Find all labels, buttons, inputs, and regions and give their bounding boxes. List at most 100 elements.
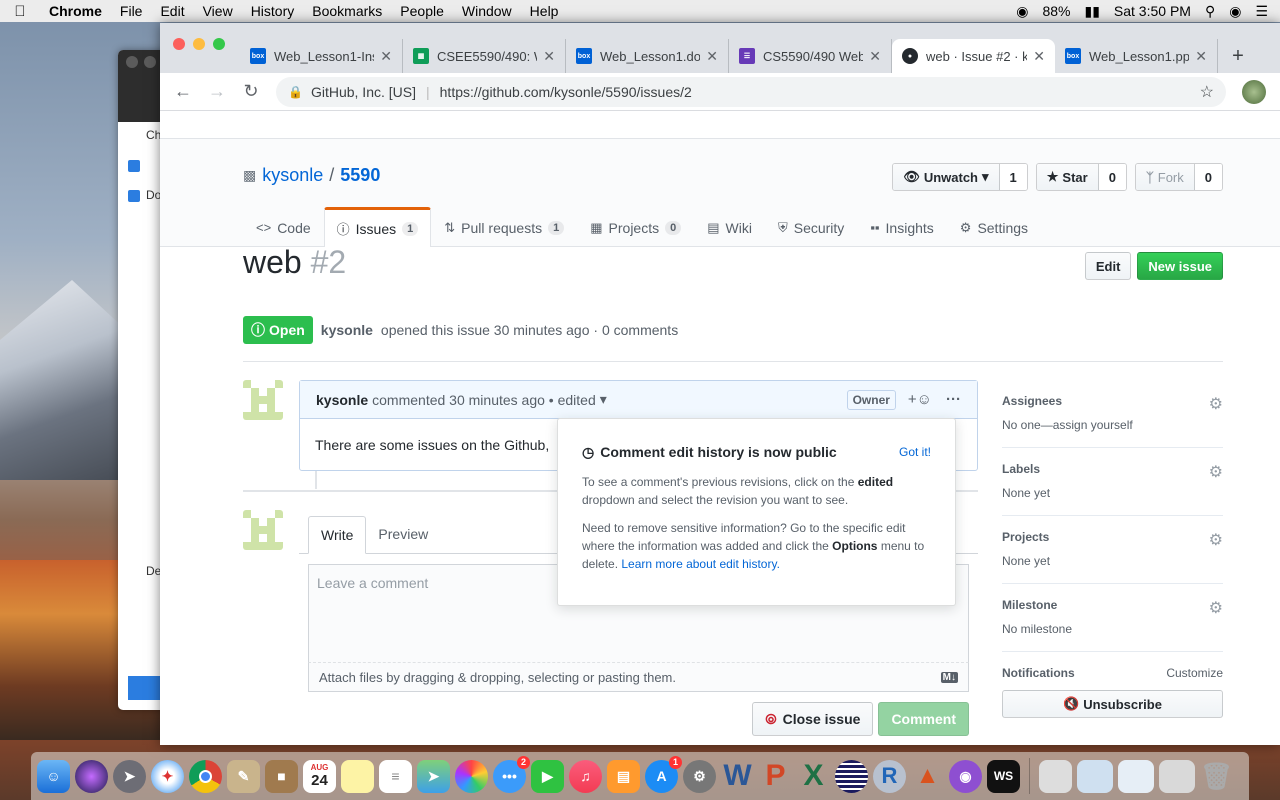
write-tab[interactable]: Write bbox=[308, 516, 367, 554]
word-icon[interactable]: W bbox=[721, 759, 754, 793]
comment-meta[interactable]: commented 30 minutes ago • edited bbox=[372, 392, 596, 408]
photos-icon[interactable] bbox=[455, 759, 488, 793]
profile-avatar[interactable] bbox=[1242, 79, 1266, 104]
tab-csee5590[interactable]: ▦ CSEE5590/490: W ✕ bbox=[403, 39, 566, 73]
gear-icon[interactable]: ⚙ bbox=[1209, 462, 1223, 482]
trash-icon[interactable]: 🗑 bbox=[1200, 760, 1233, 793]
chrome-icon[interactable] bbox=[189, 759, 222, 793]
issue-author[interactable]: kysonle bbox=[321, 322, 373, 338]
attach-files-bar[interactable]: Attach files by dragging & dropping, sel… bbox=[308, 662, 969, 692]
assignees-heading[interactable]: Assignees bbox=[1002, 394, 1223, 408]
fork-button[interactable]: ᛉ Fork 0 bbox=[1134, 163, 1223, 191]
siri-icon[interactable] bbox=[75, 759, 108, 793]
facetime-icon[interactable]: ▶ bbox=[531, 759, 564, 793]
tab-web-lesson1-doc[interactable]: box Web_Lesson1.doc ✕ bbox=[566, 39, 729, 73]
milestone-heading[interactable]: Milestone bbox=[1002, 598, 1223, 612]
itunes-icon[interactable]: ♫ bbox=[569, 759, 602, 793]
webstorm-icon[interactable]: WS bbox=[987, 759, 1020, 793]
close-window-button[interactable] bbox=[173, 38, 185, 50]
window-thumbnail-icon[interactable] bbox=[1159, 759, 1195, 793]
battery-percent[interactable]: 88% bbox=[1042, 3, 1070, 19]
labels-heading[interactable]: Labels bbox=[1002, 462, 1223, 476]
comment-author[interactable]: kysonle bbox=[316, 392, 368, 408]
powerpoint-icon[interactable]: P bbox=[759, 759, 792, 793]
tab-web-lesson1-ins[interactable]: box Web_Lesson1-Ins ✕ bbox=[240, 39, 403, 73]
battery-icon[interactable]: ▮▮ bbox=[1084, 3, 1099, 20]
menu-file[interactable]: File bbox=[111, 3, 152, 19]
tab-settings[interactable]: ⚙ Settings bbox=[947, 207, 1041, 247]
gear-icon[interactable]: ⚙ bbox=[1209, 530, 1223, 550]
menu-window[interactable]: Window bbox=[453, 3, 521, 19]
zoom-window-button[interactable] bbox=[213, 38, 225, 50]
close-tab-icon[interactable]: ✕ bbox=[869, 48, 881, 65]
gear-icon[interactable]: ⚙ bbox=[1209, 598, 1223, 618]
finder-icon[interactable]: ☺ bbox=[37, 759, 70, 793]
siri-icon[interactable]: ◉ bbox=[1229, 3, 1241, 20]
preview-tab[interactable]: Preview bbox=[366, 515, 440, 553]
ibooks-icon[interactable]: ▤ bbox=[607, 759, 640, 793]
avatar[interactable] bbox=[243, 380, 283, 420]
assignees-value[interactable]: No one—assign yourself bbox=[1002, 418, 1223, 432]
eclipse-icon[interactable] bbox=[835, 759, 868, 793]
reminders-icon[interactable]: ≡ bbox=[379, 759, 412, 793]
caret-down-icon[interactable]: ▾ bbox=[600, 391, 607, 408]
repo-name-link[interactable]: 5590 bbox=[340, 165, 380, 186]
apple-icon[interactable]:  bbox=[0, 3, 40, 20]
unwatch-button[interactable]: 👁 Unwatch ▾ 1 bbox=[892, 163, 1028, 191]
window-thumbnail-icon[interactable] bbox=[1118, 759, 1154, 793]
tab-code[interactable]: <> Code bbox=[243, 207, 324, 247]
avatar[interactable] bbox=[243, 510, 283, 550]
bg-checkbox-1[interactable] bbox=[128, 160, 140, 172]
fork-count[interactable]: 0 bbox=[1194, 164, 1222, 190]
tab-web-lesson1-ppt[interactable]: box Web_Lesson1.ppt ✕ bbox=[1055, 39, 1218, 73]
spotlight-icon[interactable]: ⚲ bbox=[1205, 3, 1215, 20]
r-icon[interactable]: R bbox=[873, 759, 906, 793]
menu-people[interactable]: People bbox=[391, 3, 453, 19]
launchpad-icon[interactable]: ➤ bbox=[113, 759, 146, 793]
back-arrow-icon[interactable]: ← bbox=[168, 77, 198, 107]
notification-center-icon[interactable]: ☰ bbox=[1255, 3, 1268, 20]
menu-view[interactable]: View bbox=[194, 3, 242, 19]
tab-security[interactable]: ⛨ Security bbox=[765, 207, 857, 247]
customize-link[interactable]: Customize bbox=[1166, 666, 1223, 680]
menu-edit[interactable]: Edit bbox=[151, 3, 193, 19]
tab-cs5590-web[interactable]: ☰ CS5590/490 Web ✕ bbox=[729, 39, 892, 73]
wifi-icon[interactable]: ◉ bbox=[1016, 3, 1028, 20]
notes-icon[interactable] bbox=[341, 759, 374, 793]
tab-wiki[interactable]: ▤ Wiki bbox=[694, 207, 765, 247]
tab-insights[interactable]: ▪▪ Insights bbox=[857, 207, 946, 247]
close-tab-icon[interactable]: ✕ bbox=[1195, 48, 1207, 65]
messages-icon[interactable]: ••• 2 bbox=[493, 755, 530, 793]
matlab-icon[interactable]: ▲ bbox=[911, 760, 944, 793]
close-tab-icon[interactable]: ✕ bbox=[1033, 48, 1045, 65]
minimize-window-button[interactable] bbox=[193, 38, 205, 50]
menu-history[interactable]: History bbox=[242, 3, 304, 19]
tab-pull-requests[interactable]: ⇅ Pull requests 1 bbox=[431, 207, 577, 247]
projects-heading[interactable]: Projects bbox=[1002, 530, 1223, 544]
tab-issues[interactable]: ⓘ Issues 1 bbox=[323, 207, 432, 247]
menu-app[interactable]: Chrome bbox=[40, 3, 111, 19]
watch-count[interactable]: 1 bbox=[999, 164, 1027, 190]
close-tab-icon[interactable]: ✕ bbox=[380, 48, 392, 65]
menu-bookmarks[interactable]: Bookmarks bbox=[303, 3, 391, 19]
preview-icon[interactable]: ✎ bbox=[227, 759, 260, 793]
close-issue-button[interactable]: ⦾ Close issue bbox=[752, 702, 874, 736]
new-issue-button[interactable]: New issue bbox=[1137, 252, 1223, 280]
star-count[interactable]: 0 bbox=[1098, 164, 1126, 190]
close-tab-icon[interactable]: ✕ bbox=[543, 48, 555, 65]
maps-icon[interactable]: ➤ bbox=[417, 759, 450, 793]
bookmark-star-icon[interactable]: ☆ bbox=[1200, 82, 1214, 102]
app-store-icon[interactable]: A1 bbox=[645, 755, 682, 793]
more-options-icon[interactable]: ··· bbox=[946, 391, 961, 408]
excel-icon[interactable]: X bbox=[797, 759, 830, 793]
tab-github-issue[interactable]: ● web · Issue #2 · k ✕ bbox=[892, 39, 1055, 73]
contacts-icon[interactable]: ■ bbox=[265, 759, 298, 793]
close-tab-icon[interactable]: ✕ bbox=[706, 48, 718, 65]
url-text[interactable]: https://github.com/kysonle/5590/issues/2 bbox=[440, 84, 1200, 100]
menu-help[interactable]: Help bbox=[521, 3, 568, 19]
bg-checkbox-2[interactable] bbox=[128, 190, 140, 202]
window-thumbnail-icon[interactable] bbox=[1077, 759, 1113, 793]
document-icon[interactable] bbox=[1039, 759, 1072, 793]
gear-icon[interactable]: ⚙ bbox=[1209, 394, 1223, 414]
calendar-icon[interactable]: AUG 24 bbox=[303, 759, 336, 793]
